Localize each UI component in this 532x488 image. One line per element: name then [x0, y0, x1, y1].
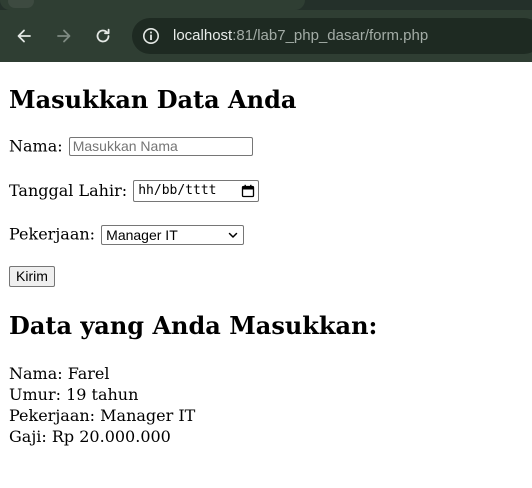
pekerjaan-row: Pekerjaan: Manager IT — [9, 224, 245, 245]
reload-icon — [96, 28, 110, 43]
nama-placeholder: Masukkan Nama — [72, 138, 178, 154]
calendar-icon[interactable] — [241, 184, 255, 198]
url-path: :81/lab7_php_dasar/form.php — [232, 27, 429, 44]
tanggal-placeholder: hh/bb/tttt — [138, 183, 217, 198]
tanggal-label: Tanggal Lahir: — [9, 181, 128, 200]
url-text: localhost:81/lab7_php_dasar/form.php — [173, 26, 428, 46]
url-host: localhost — [173, 27, 233, 44]
tanggal-row: Tanggal Lahir: hh/bb/tttt — [9, 180, 260, 202]
back-button[interactable] — [12, 24, 36, 48]
browser-toolbar: localhost:81/lab7_php_dasar/form.php — [0, 0, 532, 62]
result-gaji: Gaji: Rp 20.000.000 — [9, 427, 171, 446]
nama-row: Nama: Masukkan Nama — [9, 136, 253, 157]
result-list: Nama: Farel Umur: 19 tahun Pekerjaan: Ma… — [9, 363, 195, 447]
tanggal-lahir-input[interactable]: hh/bb/tttt — [133, 180, 260, 202]
nama-input[interactable]: Masukkan Nama — [68, 137, 253, 156]
arrow-left-icon — [17, 29, 31, 43]
pekerjaan-select[interactable]: Manager IT — [101, 224, 245, 245]
address-bar[interactable]: localhost:81/lab7_php_dasar/form.php — [132, 18, 532, 54]
active-tab[interactable] — [0, 0, 305, 10]
chevron-down-icon — [228, 232, 238, 238]
forward-button[interactable] — [52, 24, 76, 48]
result-title: Data yang Anda Masukkan: — [9, 311, 378, 340]
site-info-icon[interactable] — [142, 27, 160, 45]
result-pekerjaan: Pekerjaan: Manager IT — [9, 406, 196, 425]
pekerjaan-label: Pekerjaan: — [9, 224, 96, 244]
nama-label: Nama: — [9, 136, 63, 156]
result-nama: Nama: Farel — [9, 364, 110, 383]
arrow-right-icon — [57, 29, 71, 43]
tab-strip — [0, 0, 532, 10]
result-umur: Umur: 19 tahun — [9, 385, 139, 404]
kirim-button[interactable]: Kirim — [9, 266, 55, 287]
form-title: Masukkan Data Anda — [9, 85, 297, 114]
pekerjaan-selected-value: Manager IT — [106, 226, 178, 243]
reload-button[interactable] — [91, 24, 115, 48]
tab-favicon — [8, 0, 34, 8]
